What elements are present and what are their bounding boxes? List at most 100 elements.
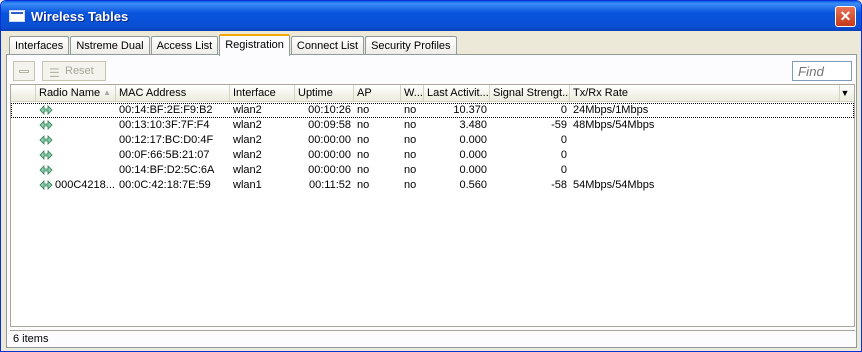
- cell-ap: no: [357, 149, 370, 161]
- table-row[interactable]: 00:13:10:3F:7F:F4 wlan2 00:09:58 no no 3.480 -…: [11, 118, 854, 133]
- find-input[interactable]: [792, 61, 852, 81]
- cell-ap: no: [357, 179, 370, 191]
- cell-interface: wlan2: [233, 104, 262, 116]
- cell-signal-strength: -58: [551, 179, 567, 191]
- cell-tx-rx-rate: [570, 148, 840, 163]
- cell-interface: wlan2: [233, 149, 262, 161]
- cell-signal-strength: 0: [560, 164, 567, 176]
- cell-last-activity: 0.560: [459, 179, 487, 191]
- tab-registration[interactable]: Registration: [219, 34, 290, 56]
- header-label: Tx/Rx Rate: [573, 87, 629, 99]
- reset-label: Reset: [65, 65, 94, 77]
- item-count: 6 items: [13, 333, 49, 345]
- header-label: AP: [357, 87, 372, 99]
- cell-uptime: 00:00:00: [308, 149, 351, 161]
- cell-signal-strength: 0: [560, 149, 567, 161]
- header-col-w[interactable]: W...: [401, 85, 424, 102]
- cell-radio-name: [52, 133, 116, 148]
- radio-link-icon: [39, 135, 53, 145]
- cell-uptime: 00:10:26: [308, 104, 351, 116]
- cell-radio-name: [52, 103, 116, 118]
- cell-ap: no: [357, 164, 370, 176]
- header-col-ap[interactable]: AP: [354, 85, 401, 102]
- window-title: Wireless Tables: [31, 8, 129, 24]
- table-row[interactable]: 00:12:17:BC:D0:4F wlan2 00:00:00 no no 0.000 0: [11, 133, 854, 148]
- radio-link-icon: [39, 150, 53, 160]
- header-col-mac-address[interactable]: MAC Address: [116, 85, 230, 102]
- registration-panel: ☰ Reset ▼ Radio Name▲MAC Address Interfac…: [6, 54, 857, 348]
- cell-mac-address: 00:14:BF:D2:5C:6A: [119, 164, 215, 176]
- cell-w: no: [404, 119, 417, 131]
- cell-last-activity: 0.000: [459, 134, 487, 146]
- cell-ap: no: [357, 119, 370, 131]
- header-col-radio-name[interactable]: Radio Name ▲: [36, 85, 116, 102]
- cell-uptime: 00:09:58: [308, 119, 351, 131]
- cell-last-activity: 0.000: [459, 149, 487, 161]
- cell-w: no: [404, 149, 417, 161]
- window-icon: [9, 10, 25, 22]
- header-col-last-activity[interactable]: Last Activit...: [424, 85, 490, 102]
- table-row[interactable]: 00:14:BF:D2:5C:6A wlan2 00:00:00 no no 0.000 0: [11, 163, 854, 178]
- cell-uptime: 00:11:52: [308, 179, 351, 191]
- cell-radio-name: [52, 118, 116, 133]
- table-row[interactable]: 00:14:BF:2E:F9:B2 wlan2 00:10:26 no no 10.370…: [11, 103, 854, 118]
- cell-w: no: [404, 104, 417, 116]
- status-bar: 6 items: [10, 330, 855, 347]
- title-bar[interactable]: Wireless Tables ✕: [1, 1, 861, 31]
- cell-interface: wlan2: [233, 164, 262, 176]
- tab-bar: Interfaces Nstreme Dual Access List Registr…: [9, 34, 458, 56]
- table-header: ▼ Radio Name ▲ MAC Address Interface Uptime A…: [11, 85, 854, 102]
- tab-security-profiles[interactable]: Security Profiles: [365, 36, 457, 55]
- cell-ap: no: [357, 104, 370, 116]
- radio-link-icon: [39, 120, 53, 130]
- header-col-tx-rx-rate[interactable]: Tx/Rx Rate: [570, 85, 840, 102]
- cell-tx-rx-rate: 54Mbps/54Mbps: [573, 179, 655, 191]
- table-row[interactable]: 000C4218... 00:0C:42:18:7E:59 wlan1 00:11:5…: [11, 178, 854, 193]
- header-label: W...: [404, 87, 423, 99]
- cell-last-activity: 3.480: [459, 119, 487, 131]
- header-col-signal-strength[interactable]: Signal Strengt...: [490, 85, 570, 102]
- cell-uptime: 00:00:00: [308, 164, 351, 176]
- cell-w: no: [404, 164, 417, 176]
- header-selector-column: [11, 85, 36, 102]
- cell-signal-strength: 0: [560, 104, 567, 116]
- cell-mac-address: 00:0C:42:18:7E:59: [119, 179, 211, 191]
- tab-nstreme-dual[interactable]: Nstreme Dual: [70, 36, 150, 55]
- cell-interface: wlan2: [233, 134, 262, 146]
- registration-table: ▼ Radio Name ▲ MAC Address Interface Uptime A…: [10, 84, 855, 327]
- tab-connect-list[interactable]: Connect List: [290, 36, 365, 55]
- sort-ascending-icon: ▲: [103, 88, 111, 97]
- radio-link-icon: [39, 105, 53, 115]
- cell-mac-address: 00:13:10:3F:7F:F4: [119, 119, 210, 131]
- cell-tx-rx-rate: 48Mbps/54Mbps: [573, 119, 655, 131]
- cell-last-activity: 10.370: [453, 104, 487, 116]
- tab-interfaces[interactable]: Interfaces: [9, 36, 70, 55]
- cell-radio-name: [52, 163, 116, 178]
- tab-access-list[interactable]: Access List: [150, 36, 219, 55]
- reset-button[interactable]: ☰ Reset: [42, 61, 106, 81]
- cell-mac-address: 00:14:BF:2E:F9:B2: [119, 104, 213, 116]
- header-label: Uptime: [298, 87, 333, 99]
- cell-w: no: [404, 179, 417, 191]
- column-menu-button[interactable]: ▼: [838, 86, 852, 100]
- header-col-uptime[interactable]: Uptime: [295, 85, 354, 102]
- radio-link-icon: [39, 165, 53, 175]
- close-button[interactable]: ✕: [835, 6, 856, 27]
- cell-ap: no: [357, 134, 370, 146]
- reset-icon: ☰: [49, 66, 60, 80]
- header-label: MAC Address: [119, 87, 187, 99]
- header-label: Interface: [233, 87, 276, 99]
- remove-button[interactable]: [13, 61, 35, 81]
- cell-interface: wlan1: [233, 179, 262, 191]
- cell-uptime: 00:00:00: [308, 134, 351, 146]
- cell-w: no: [404, 134, 417, 146]
- cell-last-activity: 0.000: [459, 164, 487, 176]
- cell-mac-address: 00:0F:66:5B:21:07: [119, 149, 210, 161]
- cell-signal-strength: 0: [560, 134, 567, 146]
- cell-tx-rx-rate: [570, 133, 840, 148]
- cell-signal-strength: -59: [551, 119, 567, 131]
- radio-link-icon: [39, 180, 53, 190]
- toolbar: ☰ Reset: [10, 59, 855, 81]
- header-col-interface[interactable]: Interface: [230, 85, 295, 102]
- table-row[interactable]: 00:0F:66:5B:21:07 wlan2 00:00:00 no no 0.000 0: [11, 148, 854, 163]
